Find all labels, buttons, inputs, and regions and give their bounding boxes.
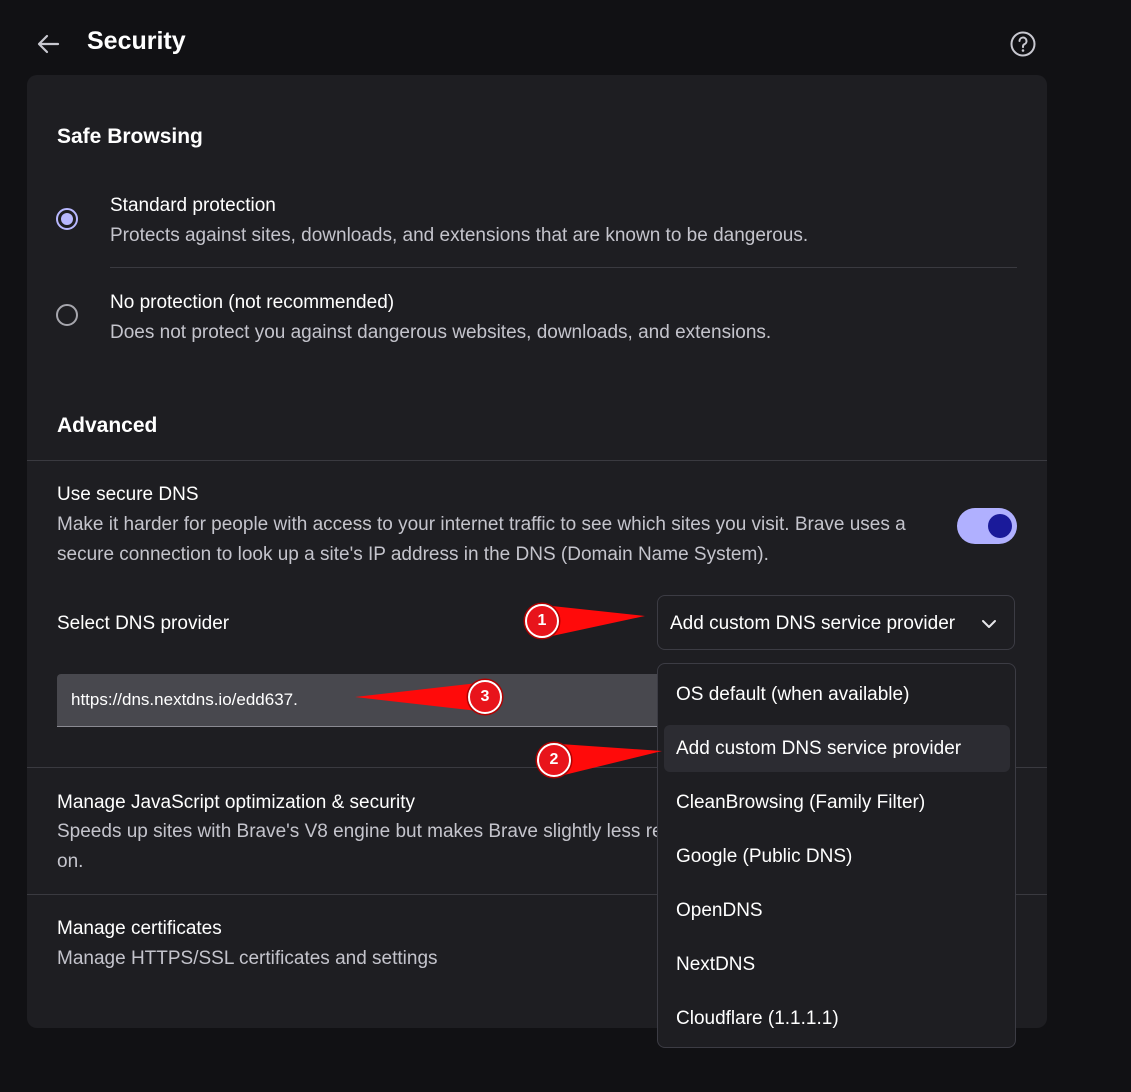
security-settings-page: Security Safe Browsing Standard protecti… — [0, 0, 1131, 1092]
back-arrow-icon[interactable] — [34, 30, 62, 58]
radio-description: Protects against sites, downloads, and e… — [110, 225, 809, 246]
secure-dns-toggle[interactable] — [957, 508, 1017, 544]
annotation-badge-2: 2 — [537, 743, 571, 777]
radio-label: Standard protection — [110, 195, 276, 216]
dns-option-cloudflare[interactable]: Cloudflare (1.1.1.1) — [664, 995, 1010, 1042]
divider — [110, 267, 1017, 268]
dns-provider-select[interactable]: Add custom DNS service provider — [657, 595, 1015, 650]
radio-standard-protection[interactable]: Standard protection Protects against sit… — [56, 193, 1016, 253]
secure-dns-description: Make it harder for people with access to… — [57, 514, 906, 565]
javascript-description-line2: on. — [57, 851, 84, 872]
dns-option-label: OS default (when available) — [676, 684, 910, 705]
radio-no-protection[interactable]: No protection (not recommended) Does not… — [56, 290, 1016, 350]
dns-option-label: OpenDNS — [676, 900, 763, 921]
dns-option-os-default[interactable]: OS default (when available) — [664, 671, 1010, 718]
dns-option-cleanbrowsing[interactable]: CleanBrowsing (Family Filter) — [664, 779, 1010, 826]
dns-provider-label: Select DNS provider — [57, 613, 230, 634]
dns-option-label: CleanBrowsing (Family Filter) — [676, 792, 926, 813]
page-title: Security — [87, 27, 186, 55]
certificates-title[interactable]: Manage certificates — [57, 918, 222, 940]
dns-option-label: Cloudflare (1.1.1.1) — [676, 1008, 839, 1029]
radio-description: Does not protect you against dangerous w… — [110, 322, 772, 343]
toggle-knob — [988, 514, 1012, 538]
dns-option-label: Google (Public DNS) — [676, 846, 853, 867]
certificates-description: Manage HTTPS/SSL certificates and settin… — [57, 948, 438, 969]
chevron-down-icon — [982, 620, 996, 628]
javascript-description: Speeds up sites with Brave's V8 engine b… — [57, 821, 663, 842]
dns-option-custom[interactable]: Add custom DNS service provider — [664, 725, 1010, 772]
radio-button-checked-icon[interactable] — [56, 208, 78, 230]
divider — [27, 460, 1047, 461]
custom-dns-url-input[interactable] — [57, 674, 677, 727]
secure-dns-title: Use secure DNS — [57, 484, 199, 505]
safe-browsing-heading: Safe Browsing — [57, 125, 203, 148]
dns-provider-selected-value: Add custom DNS service provider — [670, 613, 956, 634]
annotation-badge-3: 3 — [468, 680, 502, 714]
advanced-heading: Advanced — [57, 414, 158, 437]
javascript-title[interactable]: Manage JavaScript optimization & securit… — [57, 792, 415, 814]
dns-option-google[interactable]: Google (Public DNS) — [664, 833, 1010, 880]
dns-option-opendns[interactable]: OpenDNS — [664, 887, 1010, 934]
dns-option-label: Add custom DNS service provider — [676, 738, 962, 759]
dns-option-label: NextDNS — [676, 954, 756, 975]
dns-provider-dropdown: OS default (when available) Add custom D… — [657, 663, 1016, 1048]
help-icon[interactable] — [1009, 30, 1037, 58]
dns-option-nextdns[interactable]: NextDNS — [664, 941, 1010, 988]
radio-label: No protection (not recommended) — [110, 292, 395, 313]
annotation-badge-1: 1 — [525, 604, 559, 638]
radio-button-unchecked-icon[interactable] — [56, 304, 78, 326]
